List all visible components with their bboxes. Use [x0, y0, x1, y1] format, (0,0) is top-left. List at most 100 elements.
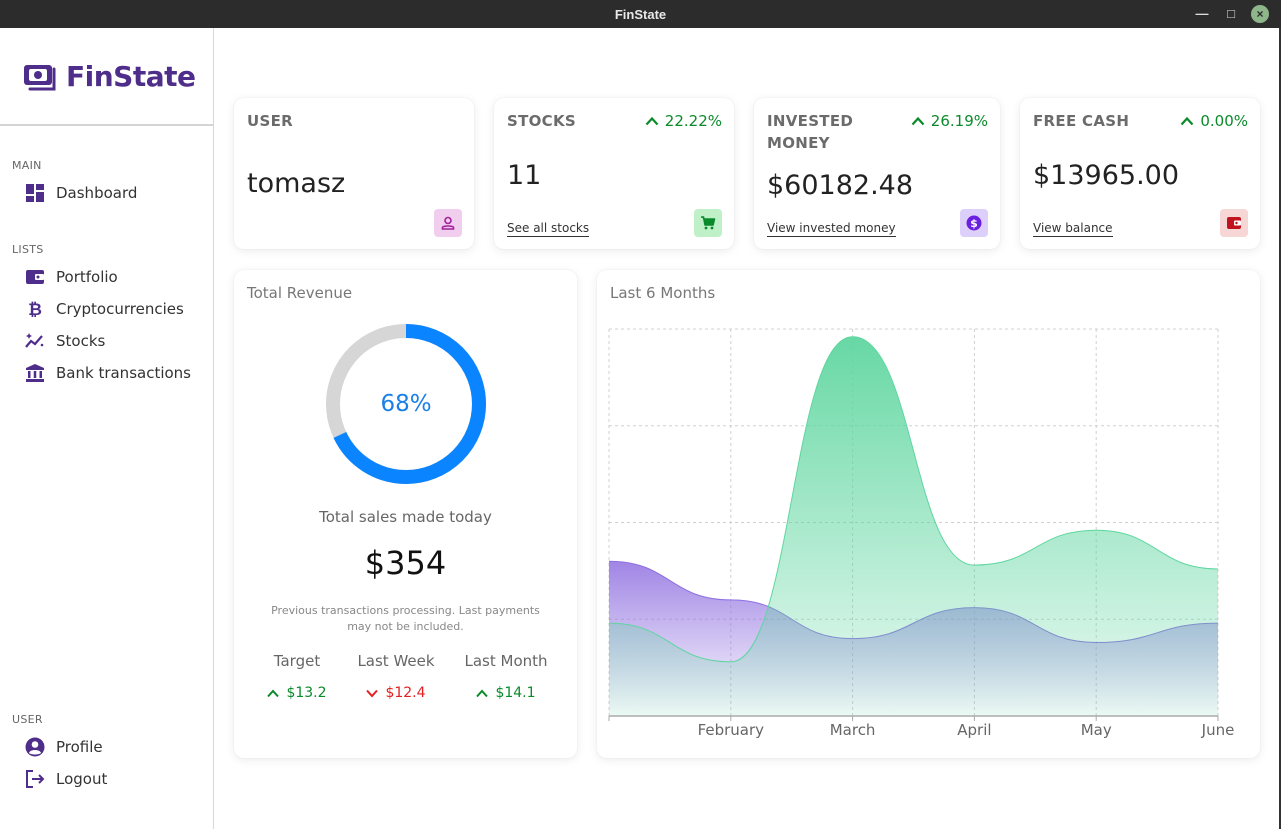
- x-tick-label: June: [1201, 721, 1235, 739]
- revenue-stat-amount: $14.1: [495, 685, 536, 701]
- stocks-card-value: 11: [507, 160, 542, 191]
- person-icon: [441, 216, 455, 230]
- sidebar-item-label: Profile: [56, 738, 103, 756]
- minimize-icon[interactable]: —: [1193, 5, 1211, 23]
- app-name: FinState: [66, 60, 196, 93]
- revenue-subtitle: Total sales made today: [319, 508, 492, 526]
- invested-card-label: INVESTED MONEY: [767, 110, 853, 154]
- sidebar-item-dashboard[interactable]: Dashboard: [24, 181, 137, 205]
- profile-icon: [24, 736, 46, 758]
- stocks-card-label: STOCKS: [507, 112, 577, 130]
- svg-text:$: $: [970, 217, 978, 230]
- invested-change: 26.19%: [911, 112, 988, 130]
- revenue-stat-last-month: Last Month $14.1: [458, 652, 554, 701]
- total-revenue-card: Total Revenue 68% Total sales made today…: [234, 270, 577, 758]
- sidebar: FinState MAIN Dashboard LISTS Portfolio …: [0, 28, 214, 829]
- revenue-stat-last-week: Last Week $12.4: [351, 652, 441, 701]
- sidebar-item-label: Portfolio: [56, 268, 118, 286]
- sidebar-item-bank-transactions[interactable]: Bank transactions: [24, 361, 191, 385]
- invested-label-line1: INVESTED: [767, 112, 854, 130]
- revenue-stat-label: Last Month: [464, 652, 548, 670]
- invested-label-line2: MONEY: [767, 134, 830, 152]
- revenue-stat-value: $12.4: [351, 685, 441, 701]
- revenue-stat-label: Last Week: [357, 652, 435, 670]
- chevron-down-icon: [366, 689, 379, 697]
- section-label-lists: LISTS: [12, 243, 44, 256]
- chart-x-axis: February March April May June: [608, 715, 1235, 739]
- sidebar-item-label: Dashboard: [56, 184, 138, 202]
- revenue-stat-target: Target $13.2: [256, 652, 338, 701]
- window-title: FinState: [614, 7, 667, 22]
- chevron-up-icon: [476, 689, 489, 697]
- stocks-badge: [694, 209, 722, 237]
- stocks-change-value: 22.22%: [664, 112, 722, 130]
- donut-percent-label: 68%: [380, 391, 432, 417]
- cart-icon: [701, 216, 716, 230]
- x-tick-label: April: [957, 721, 991, 739]
- sidebar-divider: [0, 124, 213, 126]
- close-icon[interactable]: ×: [1251, 5, 1269, 23]
- free-cash-badge: [1220, 209, 1248, 237]
- revenue-stat-amount: $12.4: [385, 685, 426, 701]
- revenue-stat-amount: $13.2: [286, 685, 327, 701]
- app-logo[interactable]: FinState: [24, 60, 196, 93]
- view-balance-link[interactable]: View balance: [1033, 221, 1113, 237]
- series-green-area: [609, 336, 1218, 716]
- sidebar-item-portfolio[interactable]: Portfolio: [24, 265, 118, 289]
- wallet-icon: [24, 266, 46, 288]
- area-chart: February March April May June: [608, 328, 1235, 739]
- sidebar-item-label: Stocks: [56, 332, 106, 350]
- section-label-main: MAIN: [12, 159, 42, 172]
- chevron-up-icon: [911, 116, 925, 126]
- free-cash-card-label: FREE CASH: [1033, 112, 1130, 130]
- invested-card: INVESTED MONEY 26.19% $60182.48 View inv…: [754, 98, 1000, 249]
- revenue-stat-label: Target: [273, 652, 321, 670]
- invested-change-value: 26.19%: [930, 112, 988, 130]
- user-card-value: tomasz: [247, 168, 346, 199]
- svg-text:₿: ₿: [28, 300, 42, 319]
- window-titlebar: FinState — □ ×: [0, 0, 1281, 28]
- x-tick-label: March: [830, 721, 876, 739]
- see-all-stocks-link[interactable]: See all stocks: [507, 221, 590, 237]
- chevron-up-icon: [267, 689, 280, 697]
- user-card: USER tomasz: [234, 98, 474, 249]
- sidebar-item-profile[interactable]: Profile: [24, 735, 103, 759]
- revenue-stat-value: $14.1: [458, 685, 554, 701]
- free-cash-card-value: $13965.00: [1033, 160, 1180, 191]
- view-invested-money-link[interactable]: View invested money: [767, 221, 896, 237]
- invested-badge: $: [960, 209, 988, 237]
- user-badge: [434, 209, 462, 237]
- bank-icon: [24, 362, 46, 384]
- free-cash-card: FREE CASH 0.00% $13965.00 View balance: [1020, 98, 1260, 249]
- invested-card-value: $60182.48: [767, 170, 914, 201]
- revenue-note-line1: Previous transactions processing. Last p…: [271, 604, 540, 617]
- sidebar-item-logout[interactable]: Logout: [24, 767, 107, 791]
- stocks-trend-icon: [24, 330, 46, 352]
- bitcoin-icon: ₿: [24, 298, 46, 320]
- wallet-icon: [1227, 217, 1241, 229]
- chevron-up-icon: [645, 116, 659, 126]
- stocks-change: 22.22%: [645, 112, 722, 130]
- sidebar-item-label: Logout: [56, 770, 108, 788]
- revenue-amount: $354: [364, 544, 447, 582]
- maximize-icon[interactable]: □: [1222, 5, 1240, 23]
- revenue-stat-value: $13.2: [256, 685, 338, 701]
- free-cash-change-value: 0.00%: [1200, 112, 1248, 130]
- x-tick-label: February: [698, 721, 765, 739]
- user-card-label: USER: [247, 112, 293, 130]
- sidebar-item-label: Bank transactions: [56, 364, 191, 382]
- x-tick-label: May: [1081, 721, 1112, 739]
- dashboard-icon: [24, 182, 46, 204]
- free-cash-change: 0.00%: [1180, 112, 1248, 130]
- dollar-coin-icon: $: [966, 215, 982, 231]
- chevron-up-icon: [1181, 116, 1194, 126]
- sidebar-item-label: Cryptocurrencies: [56, 300, 184, 318]
- chart-series: [608, 336, 1219, 716]
- revenue-title: Total Revenue: [247, 284, 353, 302]
- revenue-note: Previous transactions processing. Last p…: [270, 603, 541, 635]
- wallet-logo-icon: [24, 64, 56, 90]
- sidebar-item-stocks[interactable]: Stocks: [24, 329, 105, 353]
- stocks-card: STOCKS 22.22% 11 See all stocks: [494, 98, 734, 249]
- sidebar-item-cryptocurrencies[interactable]: ₿ Cryptocurrencies: [24, 297, 184, 321]
- last-six-months-card: Last 6 Months February March April May June: [597, 270, 1260, 758]
